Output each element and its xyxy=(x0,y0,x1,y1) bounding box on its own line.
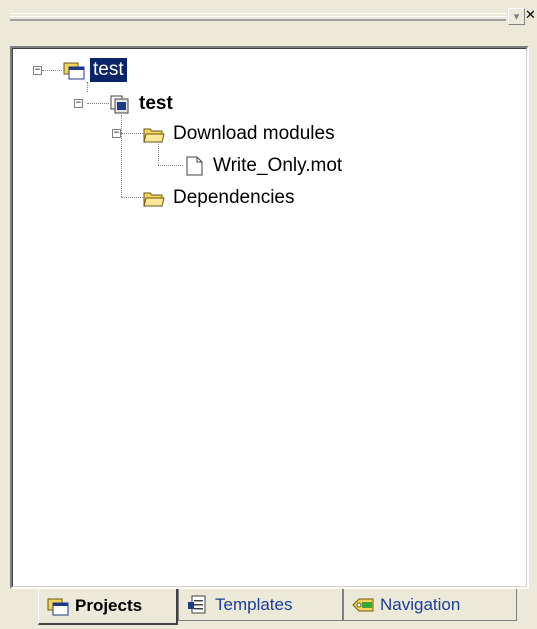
collapse-toggle-root[interactable]: − xyxy=(33,66,42,75)
tree-node-root[interactable]: test xyxy=(63,57,127,83)
tree-node-file[interactable]: Write_Only.mot xyxy=(183,153,345,179)
tree-viewport: − − − test test Download modules Write_O… xyxy=(12,48,527,587)
tree-node-download-modules[interactable]: Download modules xyxy=(143,121,338,147)
tree-node-project[interactable]: test xyxy=(109,91,176,117)
tab-templates[interactable]: Templates xyxy=(178,589,343,621)
tree-node-label: test xyxy=(90,58,127,82)
templates-icon xyxy=(188,595,206,613)
tree-connector xyxy=(121,197,145,198)
chevron-down-icon: ▾ xyxy=(513,10,520,23)
tab-navigation[interactable]: Navigation xyxy=(343,589,517,621)
tab-label: Projects xyxy=(75,596,143,615)
tree-connector xyxy=(42,70,62,71)
tree-connector xyxy=(87,82,88,92)
tree-node-label: test xyxy=(139,93,173,114)
tree-connector xyxy=(87,103,109,104)
workspace-icon xyxy=(63,62,85,80)
tab-label: Templates xyxy=(215,594,293,614)
collapse-toggle-project[interactable]: − xyxy=(74,99,83,108)
project-tree[interactable]: − − − test test Download modules Write_O… xyxy=(10,46,529,589)
tree-node-label: Dependencies xyxy=(173,187,295,208)
tab-label: Navigation xyxy=(380,594,461,614)
tree-node-label: Write_Only.mot xyxy=(213,155,343,176)
workspace-icon xyxy=(47,598,69,616)
file-icon xyxy=(186,156,203,176)
close-icon: ✕ xyxy=(525,8,536,23)
tab-projects[interactable]: Projects xyxy=(38,589,178,625)
tree-connector xyxy=(158,165,183,166)
close-button[interactable]: ✕ xyxy=(523,8,537,23)
panel-grip[interactable] xyxy=(10,13,506,21)
tree-node-label: Download modules xyxy=(173,123,335,144)
tree-node-dependencies[interactable]: Dependencies xyxy=(143,185,297,211)
tree-connector xyxy=(121,133,143,134)
workspace-tabs: Projects Templates Navigation xyxy=(0,589,537,629)
folder-open-icon xyxy=(143,192,165,207)
collapse-toggle-download-modules[interactable]: − xyxy=(112,129,121,138)
folder-open-icon xyxy=(143,128,165,143)
navigation-tag-icon xyxy=(352,598,374,611)
tree-connector xyxy=(121,115,122,197)
project-icon xyxy=(110,95,129,114)
